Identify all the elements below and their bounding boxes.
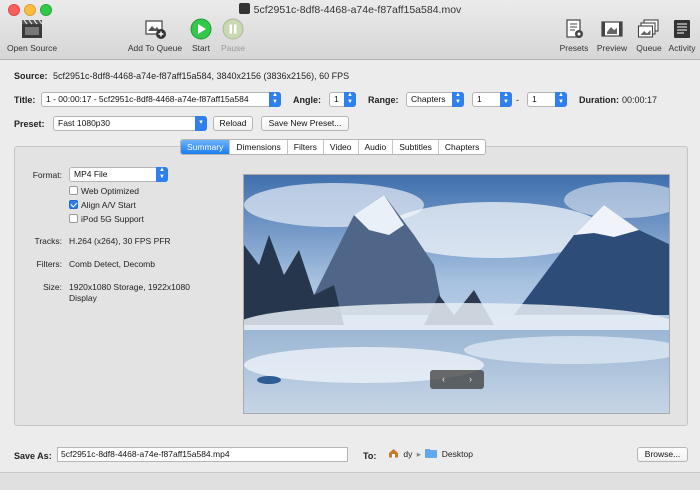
status-bar [0, 472, 700, 490]
window-titlebar: 5cf2951c-8df8-4468-a74e-f87aff15a584.mov… [0, 0, 700, 60]
queue-icon [637, 19, 659, 38]
reload-button[interactable]: Reload [213, 116, 253, 131]
save-as-field[interactable]: 5cf2951c-8df8-4468-a74e-f87aff15a584.mp4 [57, 447, 348, 462]
add-to-queue-icon [145, 20, 166, 39]
tab-audio[interactable]: Audio [359, 140, 394, 154]
film-clapper-icon [22, 19, 43, 38]
web-optimized-checkbox[interactable]: Web Optimized [69, 186, 139, 196]
stepper-arrows-icon: ▲ ▼ [555, 92, 567, 107]
filters-label: Filters: [36, 259, 63, 269]
tab-video[interactable]: Video [324, 140, 359, 154]
align-av-checkbox[interactable]: Align A/V Start [69, 200, 136, 210]
stepper-arrows-icon: ▲ ▼ [452, 92, 464, 107]
range-type-select[interactable]: Chapters ▲ ▼ [406, 92, 464, 107]
range-dash: - [516, 95, 519, 105]
preview-film-icon [601, 21, 623, 37]
destination-path[interactable]: dy ▸ Desktop [388, 448, 473, 462]
home-icon [389, 449, 398, 458]
tab-subtitles[interactable]: Subtitles [393, 140, 439, 154]
tab-dimensions[interactable]: Dimensions [230, 140, 288, 154]
angle-select[interactable]: 1 ▲ ▼ [329, 92, 356, 107]
save-new-preset-button[interactable]: Save New Preset... [261, 116, 349, 131]
tab-chapters[interactable]: Chapters [439, 140, 485, 154]
activity-button[interactable]: Activity [666, 18, 698, 53]
path-separator-icon: ▸ [416, 449, 422, 459]
range-label: Range: [368, 95, 399, 105]
chevron-down-icon: ▾ [195, 116, 207, 131]
ipod-5g-checkbox[interactable]: iPod 5G Support [69, 214, 144, 224]
format-select[interactable]: MP4 File ▲ ▼ [69, 167, 168, 182]
to-label: To: [363, 451, 377, 461]
tracks-label: Tracks: [34, 236, 62, 246]
stepper-arrows-icon: ▲ ▼ [344, 92, 356, 107]
document-icon [238, 3, 250, 14]
start-button[interactable]: Start [188, 18, 214, 53]
title-select[interactable]: 1 - 00:00:17 - 5cf2951c-8df8-4468-a74e-f… [41, 92, 281, 107]
pause-button[interactable]: Pause [218, 18, 248, 53]
tab-summary[interactable]: Summary [181, 140, 231, 154]
checkbox-unchecked-icon [69, 186, 78, 195]
stepper-arrows-icon: ▲ ▼ [156, 167, 168, 182]
preview-nav-control[interactable]: ‹ › [430, 370, 484, 389]
filters-value: Comb Detect, Decomb [69, 259, 155, 269]
add-to-queue-button[interactable]: Add To Queue [124, 18, 186, 53]
save-as-label: Save As: [14, 451, 52, 461]
angle-label: Angle: [293, 95, 321, 105]
browse-button[interactable]: Browse... [637, 447, 688, 462]
previous-frame-button[interactable]: ‹ [442, 370, 445, 389]
preview-button[interactable]: Preview [596, 18, 628, 53]
source-value: 5cf2951c-8df8-4468-a74e-f87aff15a584, 38… [53, 71, 350, 81]
source-label: Source: [14, 71, 48, 81]
play-icon [190, 18, 212, 40]
size-value-display: Display [69, 293, 97, 303]
size-value: 1920x1080 Storage, 1922x1080 [69, 282, 190, 292]
checkbox-checked-icon [69, 200, 78, 209]
settings-tabs: Summary Dimensions Filters Video Audio S… [180, 139, 487, 155]
format-label: Format: [32, 170, 62, 180]
folder-icon [425, 449, 438, 458]
range-start-select[interactable]: 1 ▲ ▼ [472, 92, 512, 107]
queue-button[interactable]: Queue [634, 18, 664, 53]
tab-filters[interactable]: Filters [288, 140, 324, 154]
size-label: Size: [43, 282, 62, 292]
open-source-button[interactable]: Open Source [4, 18, 60, 53]
range-end-select[interactable]: 1 ▲ ▼ [527, 92, 567, 107]
stepper-arrows-icon: ▲ ▼ [500, 92, 512, 107]
presets-icon [566, 19, 583, 38]
preset-label: Preset: [14, 119, 45, 129]
tracks-value: H.264 (x264), 30 FPS PFR [69, 236, 171, 246]
next-frame-button[interactable]: › [469, 370, 472, 389]
window-title: 5cf2951c-8df8-4468-a74e-f87aff15a584.mov [0, 3, 700, 16]
stepper-arrows-icon: ▲ ▼ [269, 92, 281, 107]
duration-value: 00:00:17 [622, 95, 658, 105]
checkbox-unchecked-icon [69, 214, 78, 223]
title-label: Title: [14, 95, 36, 105]
duration-label: Duration: [579, 95, 619, 105]
pause-icon [222, 18, 244, 40]
activity-log-icon [674, 20, 690, 38]
source-row: Source: 5cf2951c-8df8-4468-a74e-f87aff15… [14, 71, 349, 81]
presets-button[interactable]: Presets [558, 18, 590, 53]
preset-select[interactable]: Fast 1080p30 ▾ [53, 116, 207, 131]
